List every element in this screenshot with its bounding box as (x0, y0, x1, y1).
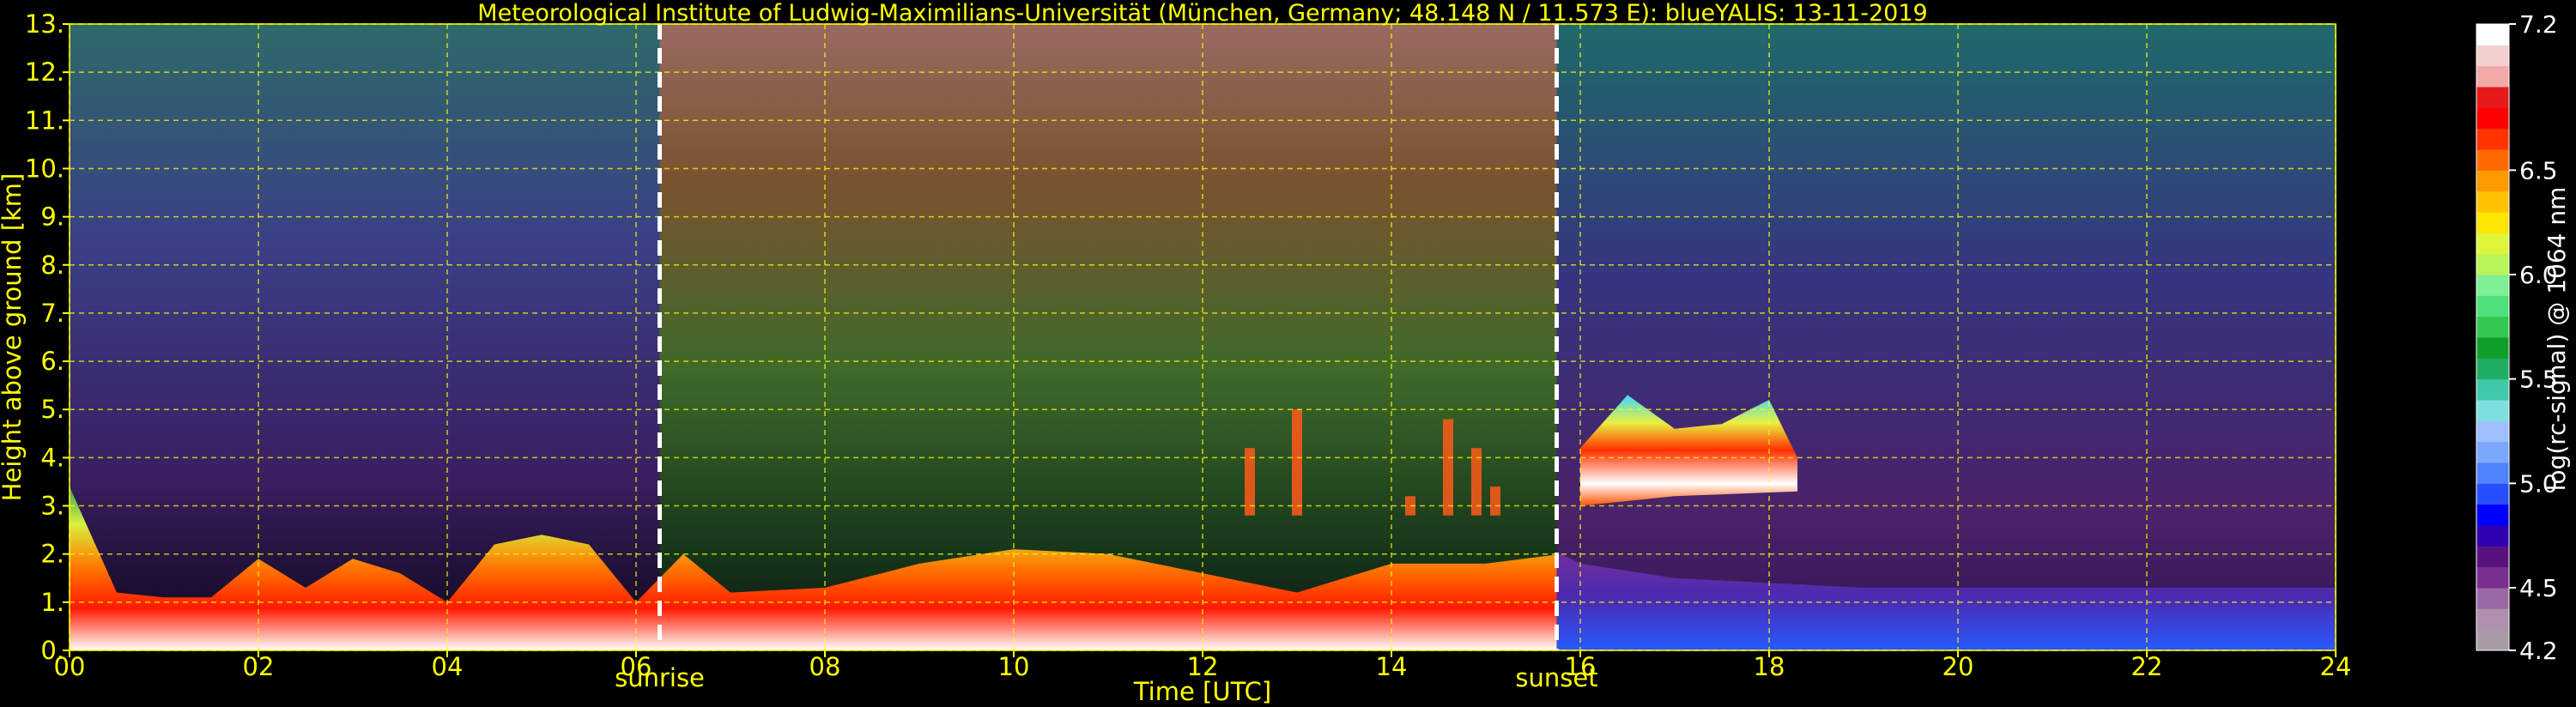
colorbar-segment (2476, 337, 2509, 359)
colorbar-segment (2476, 546, 2509, 568)
y-tick-label: 4. (40, 443, 64, 472)
colorbar-segment (2476, 441, 2509, 463)
y-tick-label: 13. (25, 9, 64, 39)
x-axis-title: Time [UTC] (1133, 677, 1271, 706)
x-tick-label: 04 (432, 652, 464, 681)
colorbar-segment (2476, 45, 2509, 67)
colorbar-segment (2476, 462, 2509, 484)
colorbar-segment (2476, 233, 2509, 255)
y-tick-label: 2. (40, 540, 64, 569)
colorbar-title: log(rc-signal) @ 1064 nm (2543, 187, 2571, 492)
chart-title: Meteorological Institute of Ludwig-Maxim… (477, 0, 1927, 27)
colorbar-segment (2476, 608, 2509, 631)
colorbar-segment (2476, 504, 2509, 526)
x-tick-label: 02 (243, 652, 275, 681)
colorbar-segment (2476, 212, 2509, 233)
colorbar-segment (2476, 87, 2509, 108)
colorbar-segment (2476, 400, 2509, 421)
y-tick-label: 1. (40, 588, 64, 617)
y-tick-label: 5. (40, 395, 64, 424)
x-tick-label: 16 (1565, 652, 1597, 681)
colorbar-segment (2476, 107, 2509, 130)
colorbar-segment (2476, 525, 2509, 547)
y-tick-label: 6. (40, 347, 64, 376)
night-background-evening (1556, 24, 2336, 650)
colorbar-segment (2476, 275, 2509, 296)
colorbar-segment (2476, 483, 2509, 505)
cirrus-streak (1443, 419, 1453, 516)
colorbar-segment (2476, 128, 2509, 150)
cirrus-streak (1490, 486, 1500, 516)
x-tick-label: 22 (2131, 652, 2163, 681)
colorbar-tick-label: 4.2 (2519, 637, 2558, 665)
y-tick-label: 12. (25, 57, 64, 87)
colorbar-segment (2476, 253, 2509, 275)
colorbar-segment (2476, 629, 2509, 651)
y-tick-label: 0. (40, 636, 64, 665)
x-tick-label: 24 (2320, 652, 2352, 681)
y-tick-label: 3. (40, 492, 64, 521)
colorbar-segment (2476, 358, 2509, 380)
x-tick-label: 18 (1754, 652, 1785, 681)
colorbar-segment (2476, 190, 2509, 213)
colorbar-segment (2476, 170, 2509, 192)
colorbar-segment (2476, 588, 2509, 609)
y-tick-label: 8. (40, 251, 64, 280)
colorbar-segment (2476, 65, 2509, 88)
colorbar-segment (2476, 566, 2509, 589)
y-tick-label: 9. (40, 202, 64, 232)
colorbar-segment (2476, 24, 2509, 45)
x-tick-label: 14 (1376, 652, 1408, 681)
colorbar-segment (2476, 295, 2509, 317)
colorbar-segment (2476, 149, 2509, 171)
y-tick-label: 11. (25, 106, 64, 135)
x-tick-label: 10 (998, 652, 1030, 681)
cirrus-streak (1292, 409, 1302, 516)
colorbar-tick-label: 7.2 (2519, 10, 2558, 39)
colorbar-tick-label: 4.5 (2519, 574, 2558, 602)
y-tick-label: 10. (25, 154, 64, 183)
lidar-chart: sunrise sunset 00 02 04 06 08 10 12 14 16 18 20 22 24… (0, 0, 2571, 706)
colorbar-segment (2476, 420, 2509, 443)
y-tick-label: 7. (40, 299, 64, 328)
y-axis-title: Height above ground [km] (0, 173, 27, 502)
colorbar-segment (2476, 378, 2509, 401)
x-tick-label: 06 (621, 652, 652, 681)
x-tick-label: 20 (1943, 652, 1974, 681)
colorbar-segment (2476, 316, 2509, 338)
colorbar-tick-label: 6.5 (2519, 156, 2558, 184)
x-tick-label: 08 (809, 652, 841, 681)
